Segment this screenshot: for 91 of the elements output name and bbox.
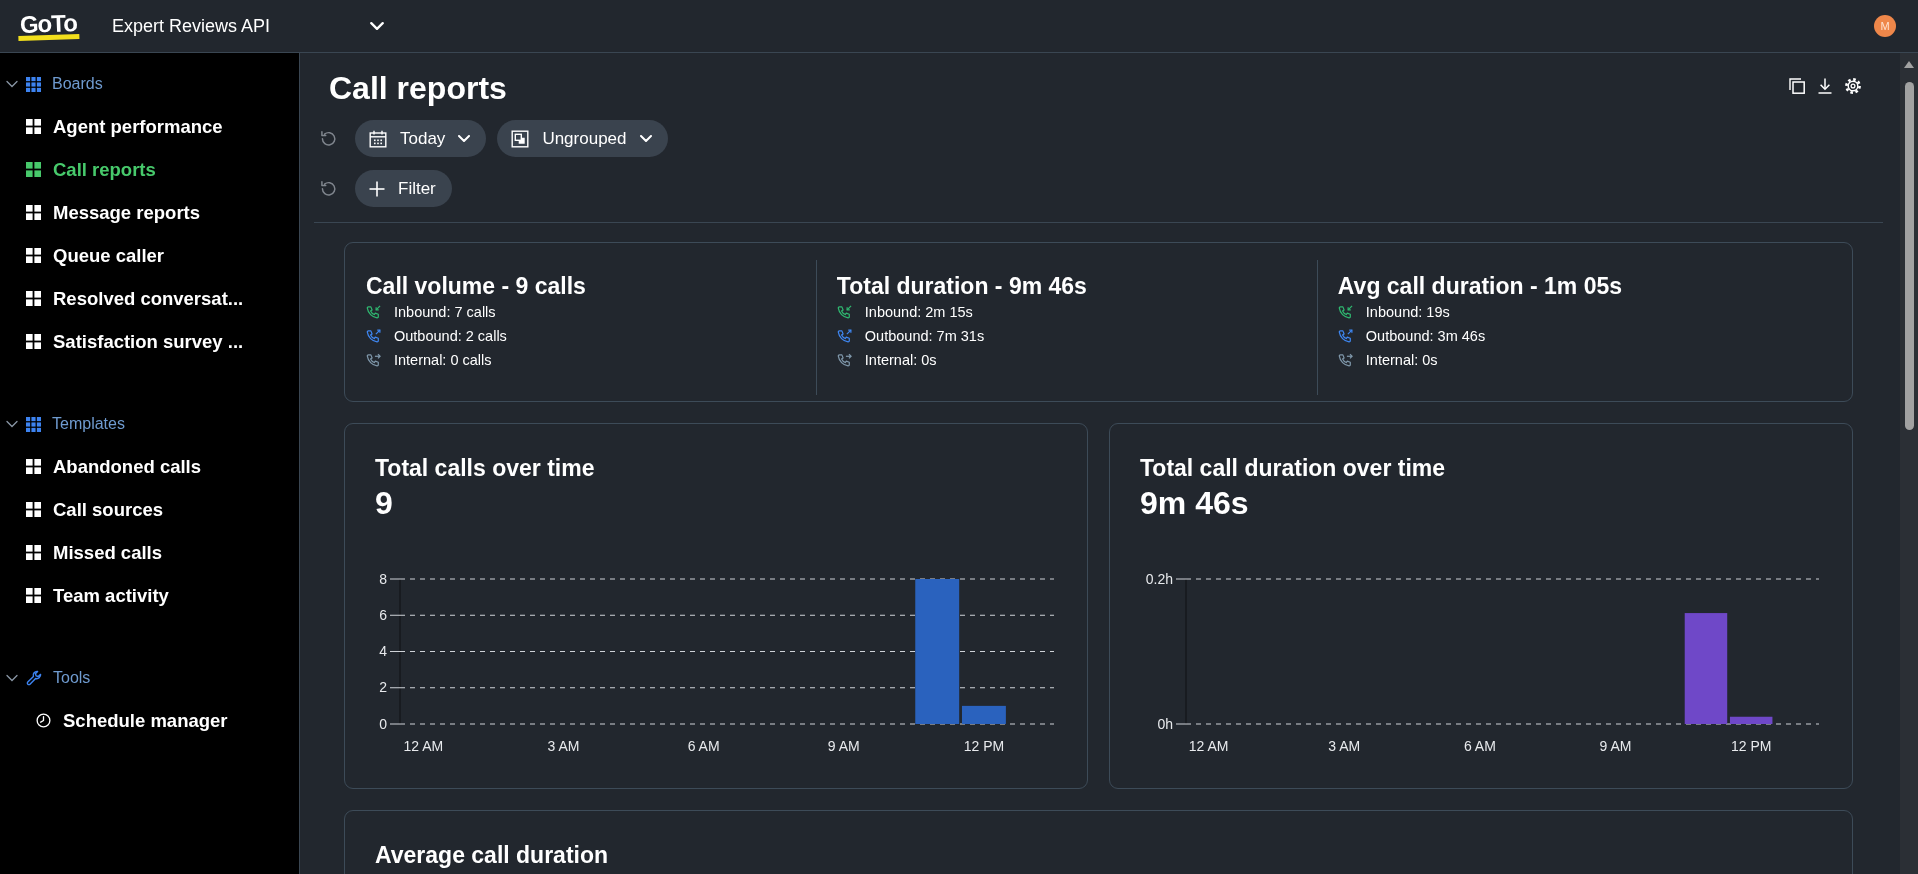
outgoing-call-icon [366, 328, 381, 344]
incoming-call-icon [366, 304, 381, 320]
axis-label: 9 AM [827, 738, 860, 754]
chevron-down-icon [458, 135, 471, 142]
axis-label: 6 AM [1463, 738, 1496, 754]
grouped-squares-icon [511, 129, 530, 148]
metric-line: Internal: 0s [864, 352, 937, 368]
section-header[interactable]: Templates [0, 409, 125, 439]
plus-icon [369, 180, 385, 197]
grid-icon [26, 459, 41, 474]
calendar-icon [369, 129, 387, 148]
grid-icon [26, 291, 41, 306]
incoming-call-icon [1337, 304, 1353, 320]
grid-icon [26, 334, 41, 349]
axis-label: 0h [1157, 715, 1173, 732]
axis-label: 9 AM [1599, 738, 1632, 754]
chart-title: Average call duration [375, 842, 610, 868]
grid-icon [26, 205, 41, 220]
scrollbar[interactable] [1900, 53, 1918, 874]
sidebar-item[interactable]: Message reports [0, 191, 299, 234]
section-header[interactable]: Boards [0, 69, 103, 99]
chart-title: Total call duration over time [1140, 455, 1447, 481]
grid-icon [26, 416, 41, 432]
metric-title: Avg call duration - 1m 05s [1337, 273, 1624, 300]
sidebar-item[interactable]: Agent performance [0, 105, 299, 148]
outgoing-call-icon [836, 328, 852, 344]
add-filter-button[interactable]: Filter [355, 170, 452, 207]
sidebar-item[interactable]: Abandoned calls [0, 445, 299, 488]
metric-line: Internal: 0s [1365, 352, 1438, 368]
grid-icon [26, 248, 41, 263]
sidebar-item[interactable]: Resolved conversat... [0, 277, 299, 320]
axis-label: 12 AM [1188, 738, 1229, 754]
metric-line: Internal: 0 calls [394, 352, 492, 368]
metric-line: Inbound: 2m 15s [864, 304, 973, 320]
call-transfer-icon [1337, 352, 1353, 368]
axis-label: 3 AM [547, 738, 580, 754]
grid-icon [26, 162, 41, 177]
axis-label: 8 [379, 570, 387, 587]
sidebar-item[interactable]: Schedule manager [0, 699, 299, 742]
workspace-dropdown[interactable]: Expert Reviews API [111, 15, 384, 37]
sidebar-item[interactable]: Satisfaction survey ... [0, 320, 299, 363]
chart-title: Total calls over time [375, 455, 596, 481]
call-transfer-icon [366, 352, 381, 368]
scrollbar-thumb[interactable] [1904, 82, 1914, 430]
metric-line: Inbound: 7 calls [394, 304, 496, 320]
axis-label: 4 [379, 643, 387, 659]
axis-label: 0 [379, 715, 387, 732]
clock-icon [36, 713, 51, 728]
metric-line: Outbound: 3m 46s [1365, 328, 1486, 344]
grouping-dropdown[interactable]: Ungrouped [497, 120, 668, 157]
chart-total: 9m 46s [1140, 486, 1250, 520]
grid-icon [26, 119, 41, 134]
section-header[interactable]: Tools [0, 663, 91, 693]
chevron-down-icon [369, 22, 384, 30]
scroll-up-icon[interactable] [1904, 61, 1914, 68]
sidebar-item[interactable]: Team activity [0, 574, 299, 617]
metric-line: Inbound: 19s [1365, 304, 1450, 320]
sidebar-item[interactable]: Queue caller [0, 234, 299, 277]
logo[interactable]: GoTo [17, 11, 80, 41]
call-transfer-icon [836, 352, 852, 368]
grid-icon [26, 76, 41, 92]
settings-icon[interactable] [1845, 78, 1861, 94]
copy-icon[interactable] [1789, 78, 1805, 94]
grid-icon [26, 545, 41, 560]
axis-label: 12 PM [963, 738, 1005, 754]
axis-label: 12 AM [403, 738, 444, 754]
reset-icon[interactable] [320, 180, 337, 197]
date-dropdown[interactable]: Today [355, 120, 487, 157]
incoming-call-icon [836, 304, 852, 320]
reset-icon[interactable] [320, 130, 337, 147]
page-title: Call reports [329, 70, 507, 106]
sidebar-item[interactable]: Call sources [0, 488, 299, 531]
axis-label: 12 PM [1730, 738, 1772, 754]
wrench-icon [26, 670, 42, 686]
axis-label: 0.2h [1145, 570, 1173, 587]
grid-icon [26, 588, 41, 603]
sidebar-item[interactable]: Missed calls [0, 531, 299, 574]
outgoing-call-icon [1337, 328, 1353, 344]
sidebar-item[interactable]: Call reports [0, 148, 299, 191]
grid-icon [26, 502, 41, 517]
metric-title: Call volume - 9 calls [366, 273, 587, 300]
metric-line: Outbound: 2 calls [394, 328, 507, 344]
download-icon[interactable] [1817, 78, 1833, 94]
metric-line: Outbound: 7m 31s [864, 328, 985, 344]
chevron-down-icon [639, 135, 652, 142]
chart-total: 9 [375, 486, 394, 520]
metric-title: Total duration - 9m 46s [836, 273, 1088, 300]
axis-label: 2 [379, 679, 387, 696]
axis-label: 6 [379, 606, 387, 623]
axis-label: 6 AM [687, 738, 720, 754]
axis-label: 3 AM [1328, 738, 1361, 754]
